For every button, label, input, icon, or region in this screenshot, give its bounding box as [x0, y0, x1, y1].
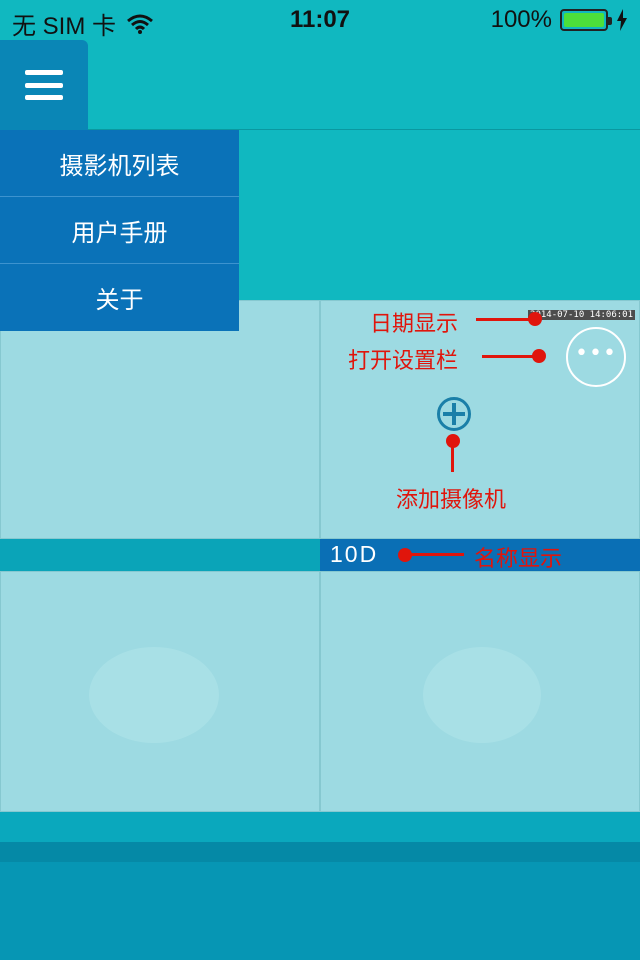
battery-icon: [560, 9, 612, 31]
annotation-dot: [528, 312, 542, 326]
camera-name: 10D: [330, 541, 379, 567]
annotation-open-settings: 打开设置栏: [348, 349, 459, 374]
annotation-line: [404, 553, 464, 556]
charging-bolt-icon: [617, 9, 627, 31]
annotation-add-camera: 添加摄像机: [396, 488, 507, 513]
date-stamp: 2014-07-10 14:06:01: [528, 310, 635, 320]
placeholder-circle: [423, 647, 541, 743]
annotation-line: [482, 355, 538, 358]
add-camera-icon[interactable]: [437, 397, 471, 431]
camera-cell-empty[interactable]: [0, 300, 320, 539]
battery-percent: 100%: [490, 6, 552, 33]
annotation-date-display: 日期显示: [370, 312, 459, 337]
annotation-line: [476, 318, 534, 321]
hamburger-icon: [25, 70, 63, 100]
menu-item-about[interactable]: 关于: [0, 264, 239, 331]
status-right: 100%: [491, 6, 628, 34]
annotation-line: [451, 440, 454, 472]
name-strip-empty: [0, 539, 320, 571]
battery-fill: [564, 13, 604, 27]
menu-item-user-manual[interactable]: 用户手册: [0, 197, 239, 264]
annotation-name-display: 名称显示: [474, 547, 563, 572]
annotation-dot: [532, 349, 546, 363]
menu-button[interactable]: [0, 40, 88, 130]
camera-cell-empty[interactable]: [320, 571, 640, 812]
placeholder-circle: [89, 647, 219, 743]
header: [0, 40, 640, 130]
bottom-band: [0, 812, 640, 842]
menu-item-camera-list[interactable]: 摄影机列表: [0, 130, 239, 197]
bottom-area: [0, 842, 640, 960]
status-bar: 无 SIM 卡 11:07 100%: [0, 0, 640, 40]
camera-cell-empty[interactable]: [0, 571, 320, 812]
more-options-icon: •••: [575, 341, 617, 366]
more-options-button[interactable]: •••: [566, 327, 626, 387]
dropdown-menu: 摄影机列表 用户手册 关于: [0, 130, 239, 331]
